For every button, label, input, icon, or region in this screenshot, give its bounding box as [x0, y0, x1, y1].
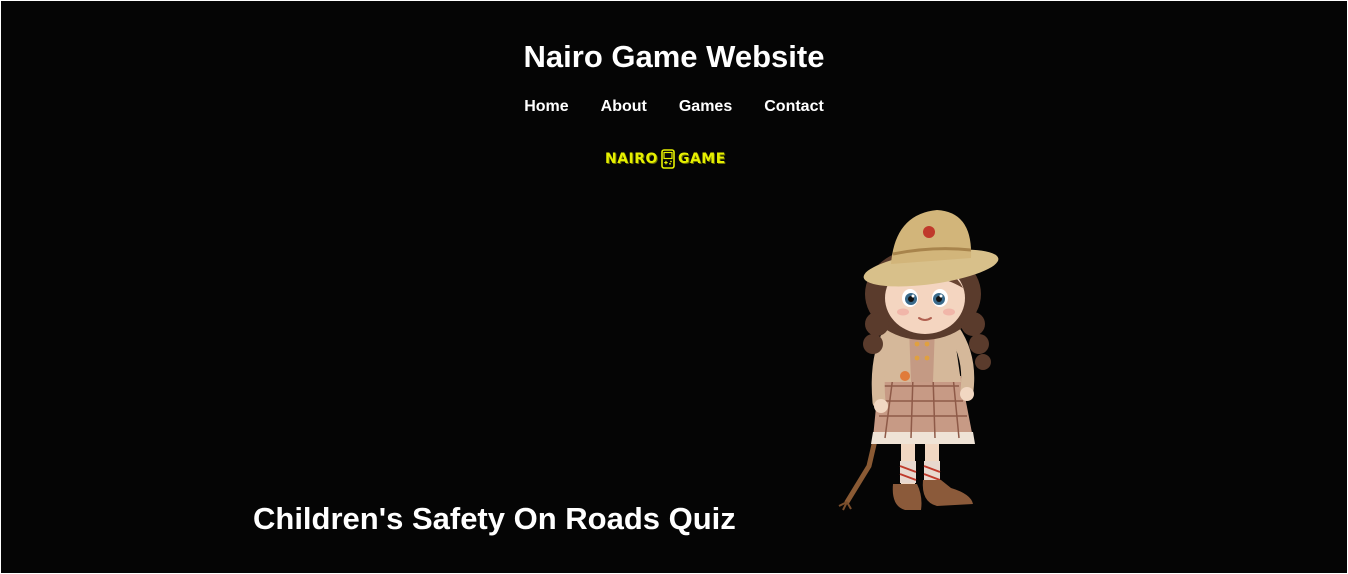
girl-character-illustration [833, 206, 1019, 518]
main-nav: Home About Games Contact [1, 97, 1347, 117]
page: Nairo Game Website Home About Games Cont… [1, 1, 1347, 573]
nav-link-contact[interactable]: Contact [764, 97, 824, 117]
logo-word-nairo: NAIRO [605, 151, 658, 167]
handheld-console-icon [661, 149, 675, 169]
nav-link-games[interactable]: Games [679, 97, 732, 117]
logo-word-game: GAME [677, 151, 726, 167]
nav-link-about[interactable]: About [601, 97, 647, 117]
site-logo[interactable]: NAIRO GAME [605, 148, 726, 170]
nav-link-home[interactable]: Home [524, 97, 568, 117]
site-title: Nairo Game Website [523, 39, 825, 74]
quiz-title: Children's Safety On Roads Quiz [253, 501, 736, 536]
